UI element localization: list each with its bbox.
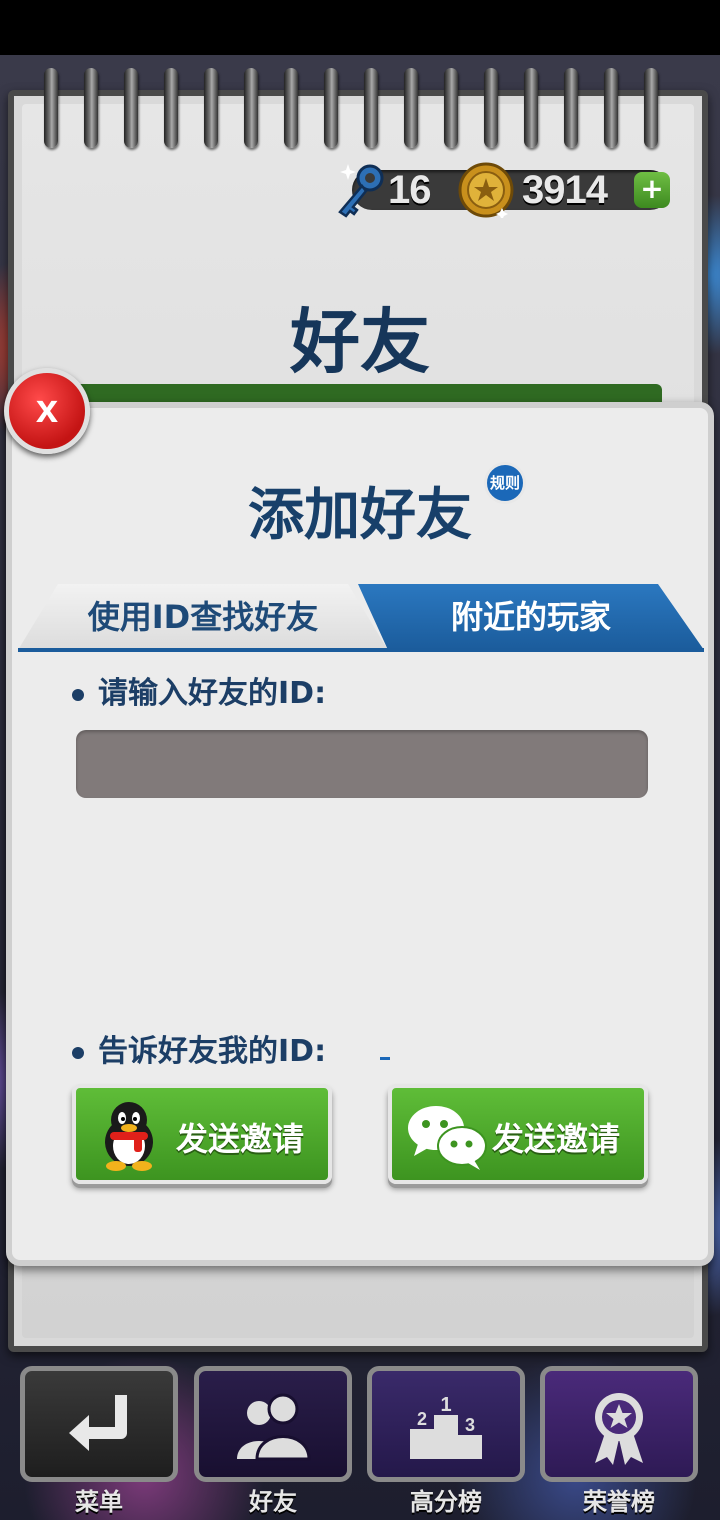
dialog-title: 添加好友 [248,483,472,548]
nav-friends-label: 好友 [249,1488,297,1516]
tab-nearby-players[interactable]: 附近的玩家 [358,584,704,650]
add-currency-button[interactable]: + [634,172,670,208]
invite-wechat-button[interactable]: 发送邀请 [388,1084,648,1184]
coin-count: 3914 [522,168,608,212]
friends-icon [237,1393,311,1461]
nav-friends-box [194,1366,352,1482]
nav-honors[interactable]: 荣誉榜 [540,1366,698,1516]
bottom-nav: 菜单 好友 1 2 3 高分榜 荣誉榜 [0,1362,720,1520]
key-count: 16 [388,168,431,212]
rules-button[interactable]: 规则 [484,462,526,504]
wechat-icon [408,1106,487,1170]
nav-leaderboard[interactable]: 1 2 3 高分榜 [367,1366,525,1516]
friend-id-input[interactable] [76,730,648,798]
nav-menu[interactable]: 菜单 [20,1366,178,1516]
medal-icon [595,1393,643,1465]
nav-menu-label: 菜单 [75,1488,123,1516]
page-title: 好友 [290,301,430,383]
status-bar [0,0,720,55]
nav-menu-box [20,1366,178,1482]
nav-leaderboard-box: 1 2 3 [367,1366,525,1482]
invite-qq-label: 发送邀请 [176,1120,305,1158]
invite-wechat-label: 发送邀请 [492,1120,621,1158]
nav-honors-box [540,1366,698,1482]
tab-underline [18,648,704,652]
svg-text:3: 3 [465,1415,475,1435]
my-id-value [380,1036,390,1060]
qq-penguin-icon [105,1102,153,1171]
currency-bar: 16 3914 + [330,158,672,222]
notebook-rings [44,68,684,150]
svg-text:2: 2 [417,1409,427,1429]
podium-icon: 1 2 3 [410,1394,482,1459]
invite-qq-button[interactable]: 发送邀请 [72,1084,332,1184]
nav-friends[interactable]: 好友 [194,1366,352,1516]
key-icon [338,164,384,218]
close-button[interactable]: x [4,368,90,454]
return-arrow-icon [69,1395,127,1451]
svg-text:1: 1 [440,1394,451,1416]
enter-id-label: 请输入好友的ID: [72,668,326,712]
coin-icon [458,162,514,218]
dialog-tabs: 使用ID查找好友 附近的玩家 [18,584,704,652]
tell-my-id-label: 告诉好友我的ID: [72,1026,326,1070]
tab-find-by-id[interactable]: 使用ID查找好友 [18,584,388,650]
nav-honors-label: 荣誉榜 [583,1488,655,1516]
nav-leaderboard-label: 高分榜 [410,1488,482,1516]
